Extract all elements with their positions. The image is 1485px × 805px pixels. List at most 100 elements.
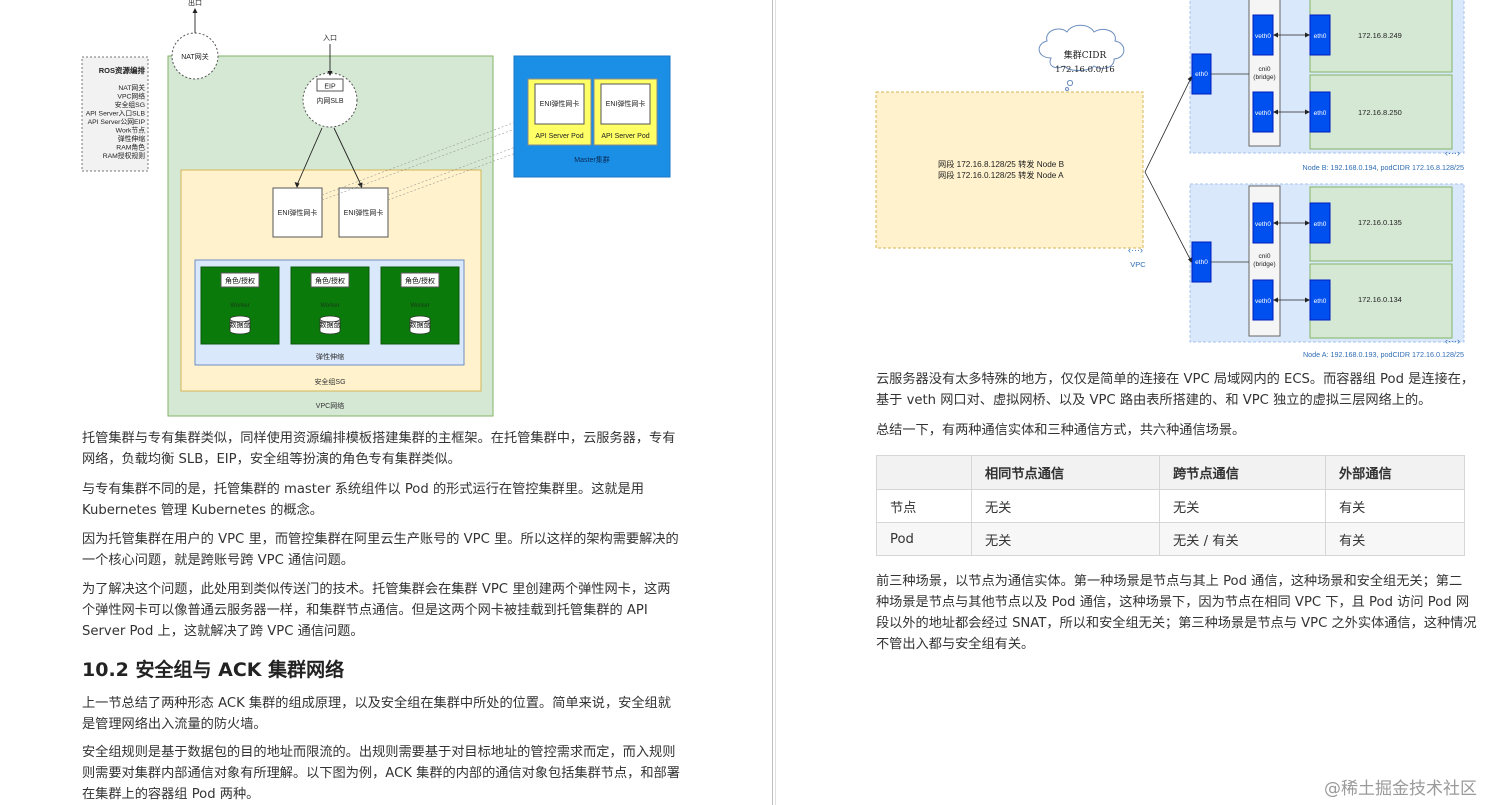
api-server-pod-label: API Server Pod bbox=[601, 133, 649, 140]
nat-gateway-label: NAT网关 bbox=[181, 52, 208, 61]
veth0-label: veth0 bbox=[1255, 33, 1271, 40]
pod-ip: 172.16.0.135 bbox=[1358, 218, 1402, 227]
veth0-label: veth0 bbox=[1255, 221, 1271, 228]
entry-label: 入口 bbox=[323, 34, 337, 42]
data-disk-label: 数据盘 bbox=[320, 320, 341, 329]
ros-title: ROS资源编排 bbox=[99, 65, 146, 75]
cni-label: cni0 bbox=[1259, 66, 1271, 73]
veth0-label: veth0 bbox=[1255, 110, 1271, 117]
internal-slb-label: 内网SLB bbox=[316, 96, 344, 105]
table-cell: Pod bbox=[876, 522, 972, 556]
paragraph-summary: 总结一下，有两种通信实体和三种通信方式，共六种通信场景。 bbox=[876, 423, 1246, 438]
eip-label: EIP bbox=[324, 84, 336, 91]
eni-card-1: ENI弹性网卡 bbox=[272, 187, 323, 238]
pod-eth0-label: eth0 bbox=[1314, 110, 1327, 117]
ros-item: 弹性伸缩 bbox=[118, 134, 145, 143]
right-page: Node B: 192.168.0.194, podCIDR 172.16.8.… bbox=[776, 0, 1485, 805]
paragraph-master-components: 与专有集群不同的是，托管集群的 master 系统组件以 Pod 的形式运行在管… bbox=[82, 482, 644, 518]
pod-ip: 172.16.8.249 bbox=[1358, 31, 1402, 40]
cni-label: (bridge) bbox=[1253, 261, 1275, 268]
pod-eth0-label: eth0 bbox=[1314, 298, 1327, 305]
route-arrow-node-a bbox=[1144, 171, 1191, 260]
api-server-pod-1: ENI弹性网卡 API Server Pod bbox=[527, 78, 592, 146]
paragraph-security-group-intro: 上一节总结了两种形态 ACK 集群的组成原理，以及安全组在集群中所处的位置。简单… bbox=[82, 696, 671, 732]
worker-label: Worker bbox=[320, 303, 339, 309]
cluster-cidr-title: 集群CIDR bbox=[1064, 49, 1107, 61]
table-header-cell: 跨节点通信 bbox=[1159, 455, 1326, 490]
table-row: 节点 无关 无关 有关 bbox=[876, 489, 1465, 523]
master-cluster-label: Master集群 bbox=[574, 155, 609, 164]
api-server-pod-2: ENI弹性网卡 API Server Pod bbox=[593, 78, 658, 146]
table-row: Pod 无关 无关 / 有关 有关 bbox=[876, 522, 1465, 556]
security-group-label: 安全组SG bbox=[314, 377, 345, 386]
paragraph-ecs-pod: 云服务器没有太多特殊的地方，仅仅是简单的连接在 VPC 局域网内的 ECS。而容… bbox=[876, 372, 1475, 408]
data-disk-label: 数据盘 bbox=[410, 320, 431, 329]
left-page: VPC网络 安全组SG 弹性伸缩 角色/授权 Worker 数据盘 角色/授权 … bbox=[0, 0, 772, 805]
table-cell: 无关 bbox=[1159, 489, 1326, 523]
api-server-pod-label: API Server Pod bbox=[535, 133, 583, 140]
route-rule: 网段 172.16.8.128/25 转发 Node B bbox=[938, 159, 1065, 169]
eni-label: ENI弹性网卡 bbox=[344, 208, 384, 217]
ros-item: RAM授权规则 bbox=[103, 151, 145, 160]
scaling-group-label: 弹性伸缩 bbox=[316, 352, 344, 361]
node-b-dots-icon: ‹···› bbox=[1445, 148, 1460, 158]
table-cell: 无关 bbox=[971, 522, 1160, 556]
vpc-label: VPC bbox=[1130, 260, 1146, 269]
vpc-route-table bbox=[875, 91, 1144, 249]
eth0-label: eth0 bbox=[1195, 259, 1208, 266]
table-header-cell: 外部通信 bbox=[1325, 455, 1465, 490]
eni-label: ENI弹性网卡 bbox=[278, 208, 318, 217]
ros-item: 安全组SG bbox=[115, 100, 145, 109]
vpc-network-label: VPC网络 bbox=[316, 401, 344, 410]
cni-label: (bridge) bbox=[1253, 74, 1275, 81]
pod-ip: 172.16.8.250 bbox=[1358, 108, 1402, 117]
pod-network-diagram: Node B: 192.168.0.194, podCIDR 172.16.8.… bbox=[875, 0, 1465, 359]
route-arrow-node-b bbox=[1144, 79, 1191, 173]
paragraph-scenarios: 前三种场景，以节点为通信实体。第一种场景是节点与其上 Pod 通信，这种场景和安… bbox=[876, 574, 1477, 652]
exit-label: 出口 bbox=[188, 0, 202, 7]
route-rule: 网段 172.16.0.128/25 转发 Node A bbox=[938, 170, 1064, 180]
eth0-label: eth0 bbox=[1195, 71, 1208, 78]
table-cell: 无关 bbox=[971, 489, 1160, 523]
worker-label: Worker bbox=[410, 303, 429, 309]
pod-ip: 172.16.0.134 bbox=[1358, 295, 1402, 304]
paragraph-portal: 为了解决这个问题，此处用到类似传送门的技术。托管集群会在集群 VPC 里创建两个… bbox=[82, 582, 671, 639]
ros-item: API Server入口SLB bbox=[86, 110, 146, 118]
table-cell: 无关 / 有关 bbox=[1159, 522, 1326, 556]
worker-node-3: 角色/授权 Worker 数据盘 bbox=[380, 266, 460, 345]
worker-node-2: 角色/授权 Worker 数据盘 bbox=[290, 266, 370, 345]
node-a-dots-icon: ‹···› bbox=[1445, 336, 1460, 346]
section-heading: 10.2 安全组与 ACK 集群网络 bbox=[82, 659, 345, 681]
paragraph-security-group-rules: 安全组规则是基于数据包的目的地址而限流的。出规则需要基于对目标地址的管控需求而定… bbox=[82, 745, 680, 802]
eni-label: ENI弹性网卡 bbox=[540, 99, 580, 108]
cluster-cidr-cloud bbox=[1038, 24, 1125, 71]
cni-label: cni0 bbox=[1259, 253, 1271, 260]
watermark: @稀土掘金技术社区 bbox=[1324, 779, 1477, 799]
table-header-row: 相同节点通信 跨节点通信 外部通信 bbox=[876, 455, 1465, 490]
table-cell: 节点 bbox=[876, 489, 972, 523]
cluster-cidr-value: 172.16.0.0/16 bbox=[1055, 65, 1115, 75]
worker-label: Worker bbox=[230, 303, 249, 309]
data-disk-label: 数据盘 bbox=[230, 320, 251, 329]
ros-item: NAT网关 bbox=[118, 83, 145, 92]
eni-label: ENI弹性网卡 bbox=[606, 99, 646, 108]
role-auth-label: 角色/授权 bbox=[225, 276, 255, 285]
table-cell: 有关 bbox=[1325, 522, 1465, 556]
paragraph-managed-cluster: 托管集群与专有集群类似，同样使用资源编排模板搭建集群的主框架。在托管集群中，云服… bbox=[82, 431, 676, 467]
veth0-label: veth0 bbox=[1255, 298, 1271, 305]
node-b-label: Node B: 192.168.0.194, podCIDR 172.16.8.… bbox=[1303, 163, 1464, 172]
eni-card-2: ENI弹性网卡 bbox=[338, 187, 389, 238]
table-header-cell bbox=[876, 455, 972, 490]
ros-item: Work节点 bbox=[116, 127, 146, 135]
role-auth-label: 角色/授权 bbox=[315, 276, 345, 285]
table-header-cell: 相同节点通信 bbox=[971, 455, 1160, 490]
vpc-dots-icon: ‹···› bbox=[1128, 245, 1143, 255]
paragraph-cross-vpc: 因为托管集群在用户的 VPC 里，而管控集群在阿里云生产账号的 VPC 里。所以… bbox=[82, 532, 679, 568]
worker-node-1: 角色/授权 Worker 数据盘 bbox=[200, 266, 280, 345]
pod-eth0-label: eth0 bbox=[1314, 221, 1327, 228]
pod-eth0-label: eth0 bbox=[1314, 33, 1327, 40]
managed-cluster-diagram: VPC网络 安全组SG 弹性伸缩 角色/授权 Worker 数据盘 角色/授权 … bbox=[81, 0, 671, 417]
communication-scenario-table: 相同节点通信 跨节点通信 外部通信 节点 无关 无关 有关 Pod 无关 无关 … bbox=[876, 455, 1465, 556]
ros-item: API Server公网EIP bbox=[88, 118, 146, 126]
page-divider bbox=[772, 0, 773, 805]
